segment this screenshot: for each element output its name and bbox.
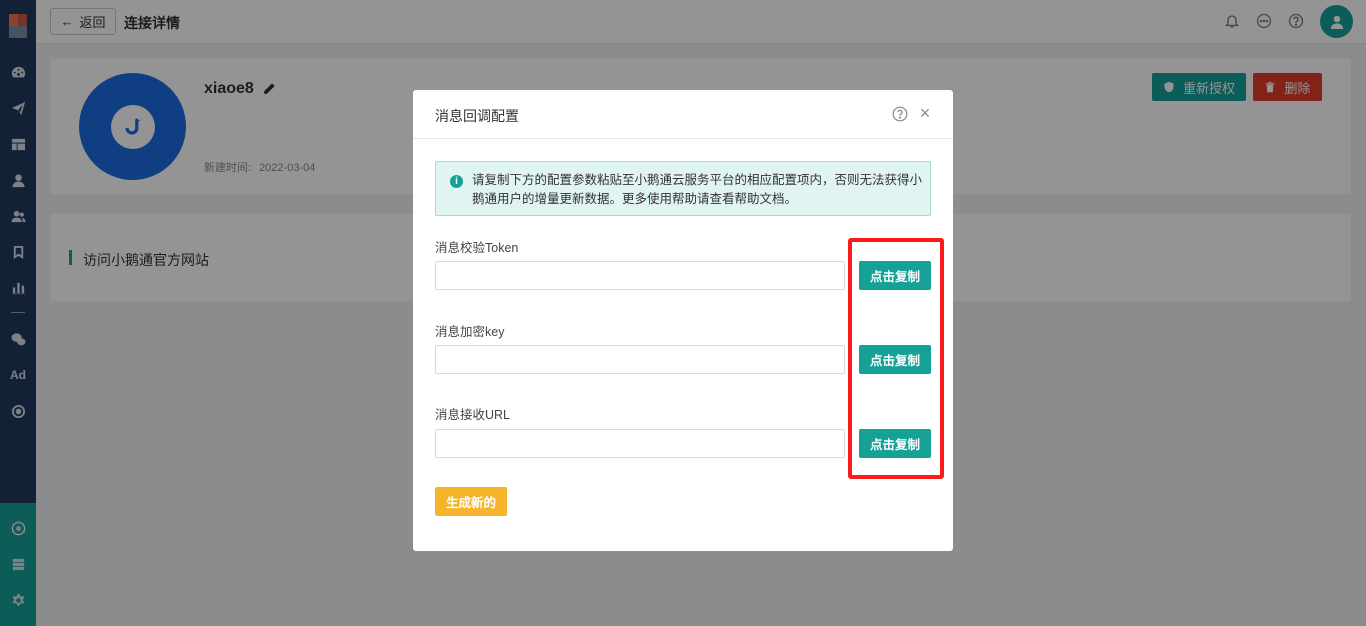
modal-header: 消息回调配置 ×: [413, 90, 953, 139]
encrypt-key-input[interactable]: [435, 345, 845, 374]
close-icon[interactable]: ×: [917, 104, 933, 122]
notice-text: 请复制下方的配置参数粘贴至小鹅通云服务平台的相应配置项内，否则无法获得小鹅通用户…: [472, 173, 923, 206]
info-icon: i: [450, 175, 463, 188]
modal-title: 消息回调配置: [435, 108, 519, 124]
encrypt-key-label: 消息加密key: [435, 325, 505, 339]
highlight-box: [848, 238, 944, 479]
token-input[interactable]: [435, 261, 845, 290]
modal-help-icon[interactable]: [892, 106, 908, 122]
receive-url-input[interactable]: [435, 429, 845, 458]
receive-url-label: 消息接收URL: [435, 408, 511, 422]
token-label: 消息校验Token: [435, 241, 519, 255]
generate-new-button[interactable]: 生成新的: [435, 487, 507, 516]
info-notice: i 请复制下方的配置参数粘贴至小鹅通云服务平台的相应配置项内，否则无法获得小鹅通…: [435, 161, 931, 216]
